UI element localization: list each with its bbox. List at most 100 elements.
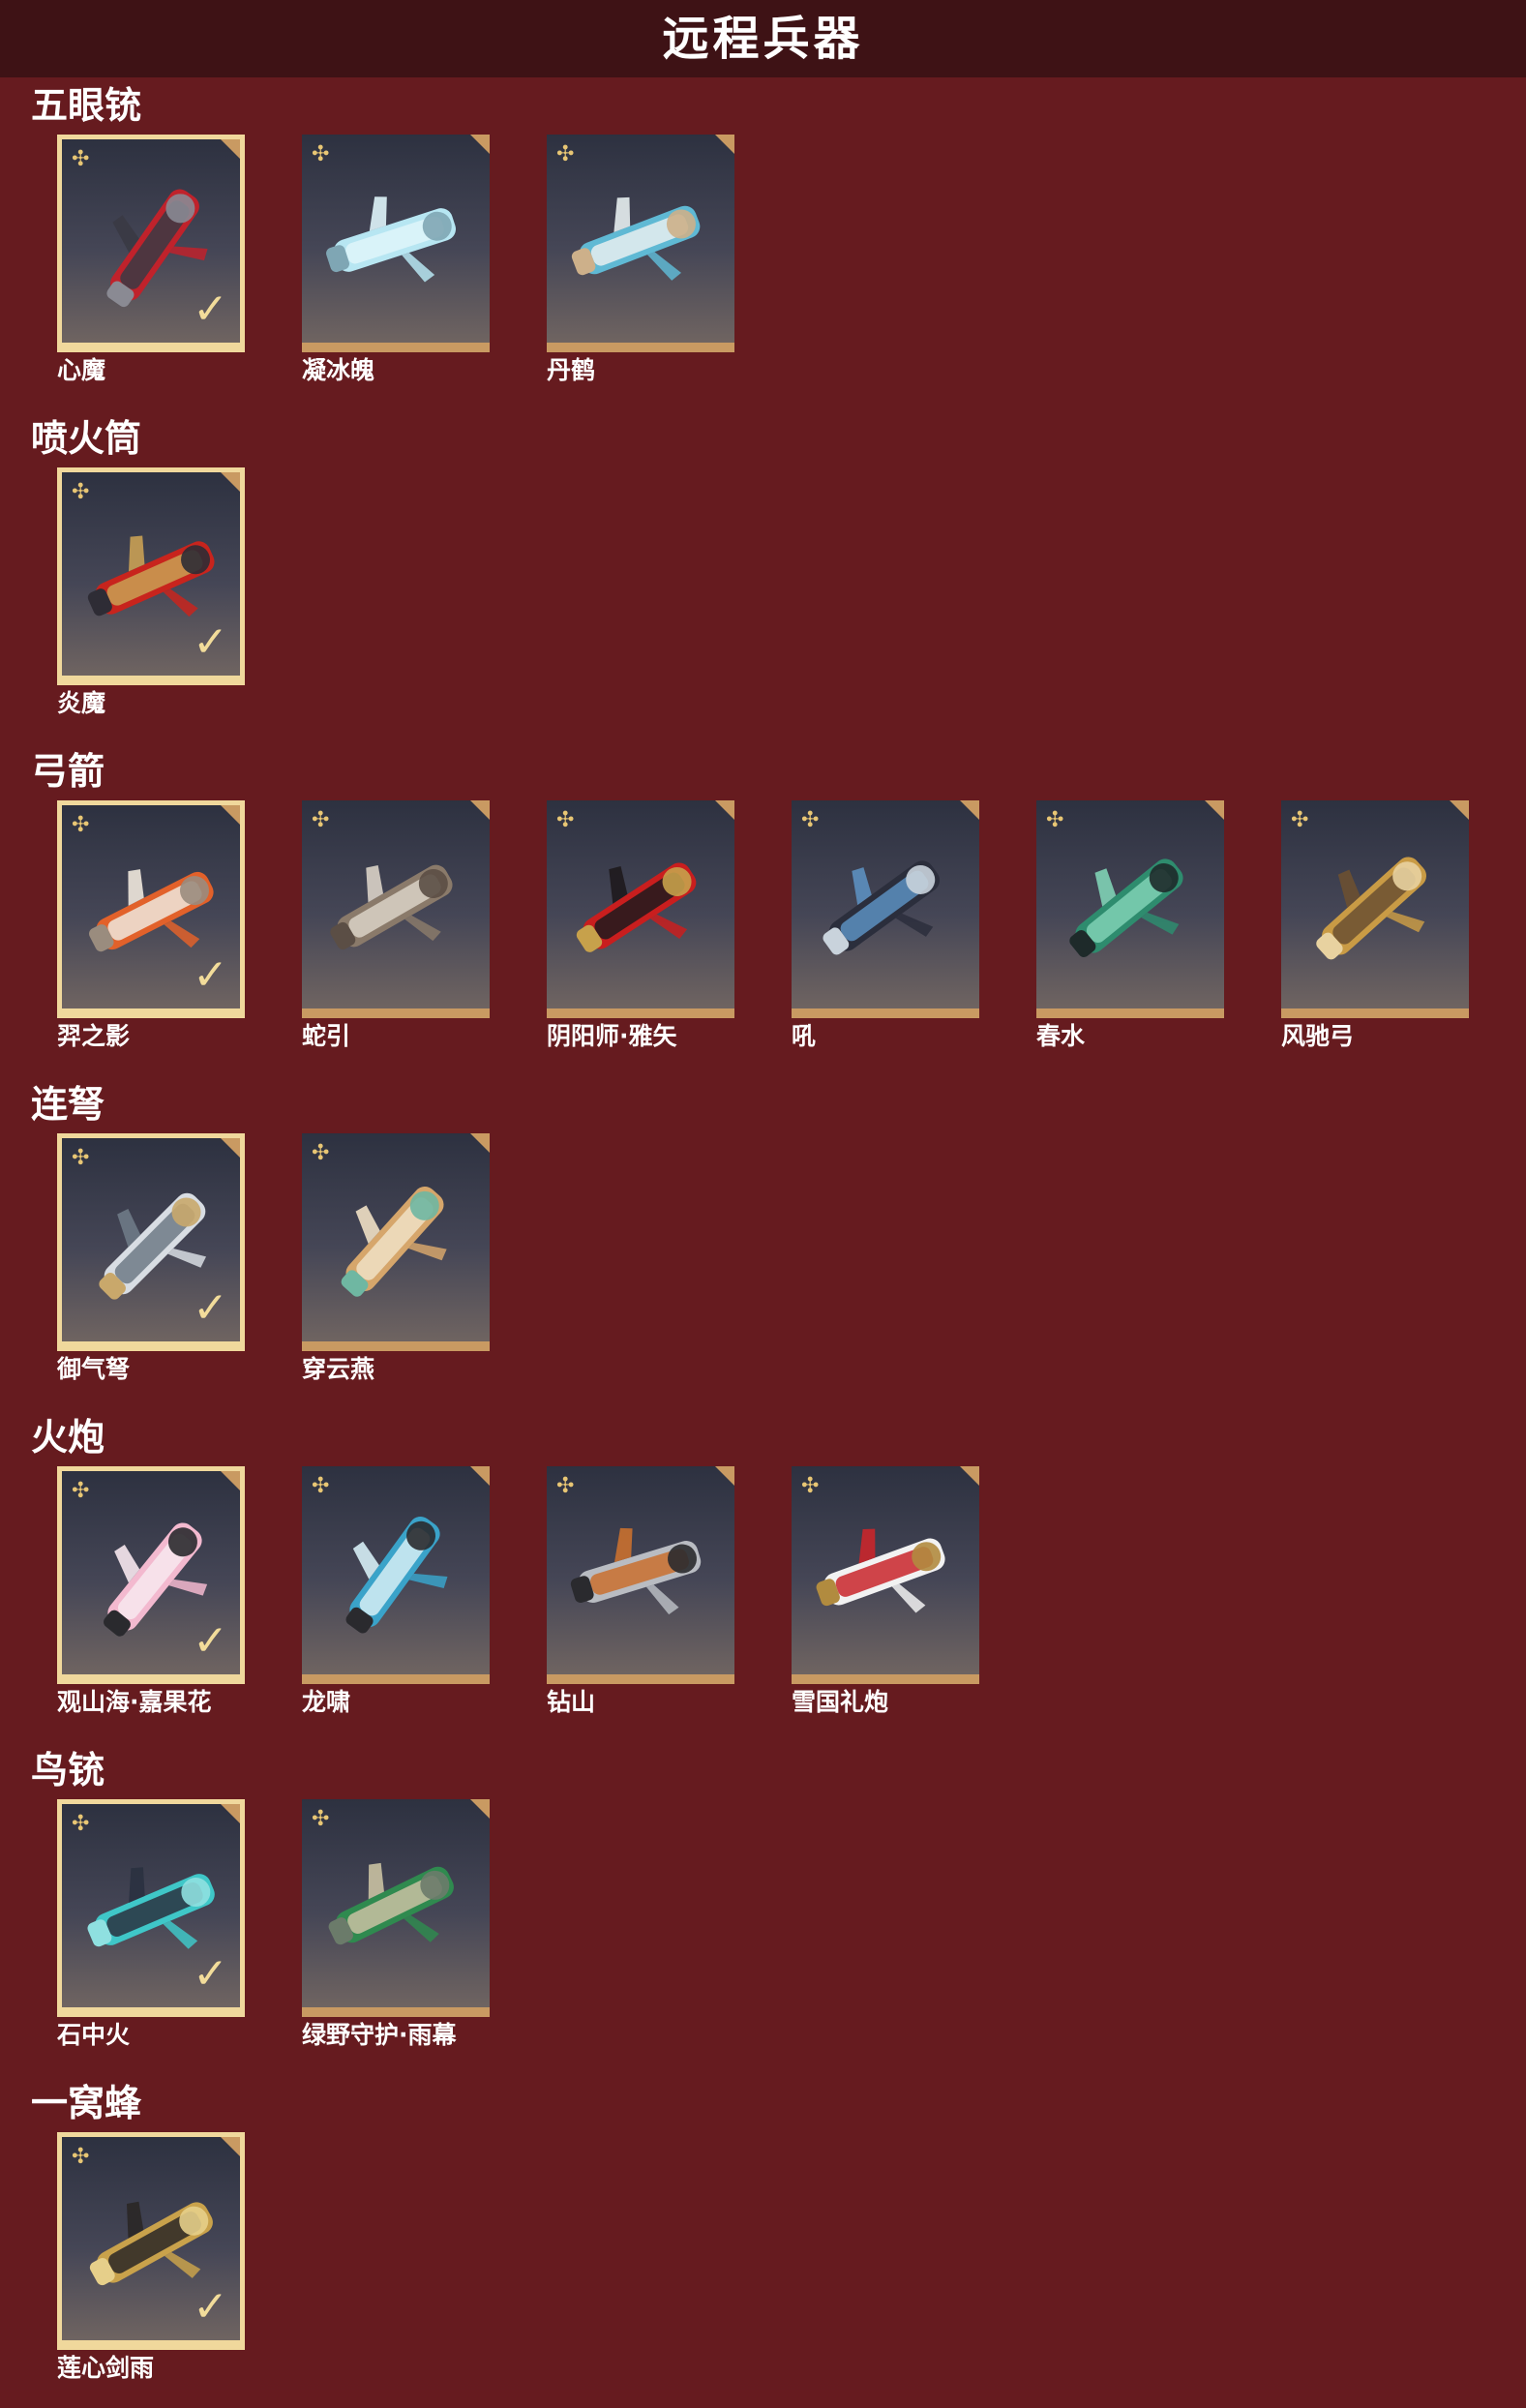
weapon-item[interactable]: ✣ ✓ 观山海·嘉果花 [57,1466,245,1714]
weapon-image [328,1862,454,1945]
weapon-item[interactable]: ✣ 阴阳师·雅矢 [547,800,734,1048]
weapon-item[interactable]: ✣ ✓ 炎魔 [57,467,245,715]
weapon-image [1316,857,1426,960]
corner-tag-icon [715,1466,734,1486]
weapon-name: 钻山 [547,1688,596,1716]
weapon-name: 龙啸 [302,1688,351,1716]
weapon-card[interactable]: ✣ ✓ [57,800,245,1018]
weapon-item[interactable]: ✣ 凝冰魄 [302,135,490,382]
weapon-item[interactable]: ✣ 穿云燕 [302,1133,490,1381]
check-icon: ✓ [193,617,228,667]
corner-tag-icon [1450,800,1469,820]
weapon-name: 御气弩 [57,1355,131,1383]
weapon-image [816,1528,945,1613]
weapon-card[interactable]: ✣ ✓ [57,467,245,685]
corner-tag-icon [221,472,240,492]
weapon-card[interactable]: ✣ [1281,800,1469,1018]
weapon-card[interactable]: ✣ ✓ [57,1466,245,1684]
weapon-item[interactable]: ✣ ✓ 心魔 [57,135,245,382]
weapon-card[interactable]: ✣ [792,1466,979,1684]
weapon-section: 连弩 ✣ ✓ 御气弩 ✣ 穿云燕 [0,1076,1526,1409]
weapon-item[interactable]: ✣ 龙啸 [302,1466,490,1714]
weapon-item[interactable]: ✣ 蛇引 [302,800,490,1048]
section-title: 一窝蜂 [31,2082,142,2124]
weapon-card[interactable]: ✣ ✓ [57,1133,245,1351]
weapon-name: 春水 [1036,1022,1086,1050]
check-icon: ✓ [193,1616,228,1666]
weapon-item[interactable]: ✣ ✓ 羿之影 [57,800,245,1048]
weapon-card[interactable]: ✣ [792,800,979,1018]
weapon-item[interactable]: ✣ 钻山 [547,1466,734,1714]
weapon-section: 鸟铳 ✣ ✓ 石中火 ✣ 绿野守护·雨幕 [0,1742,1526,2075]
section-title: 喷火筒 [31,417,142,460]
section-title: 连弩 [31,1083,105,1126]
corner-tag-icon [960,800,979,820]
weapon-card[interactable]: ✣ [302,800,490,1018]
corner-tag-icon [470,135,490,154]
weapon-item[interactable]: ✣ 春水 [1036,800,1224,1048]
weapon-image [345,1516,448,1634]
weapon-name: 莲心剑雨 [57,2354,155,2382]
weapon-image [570,1527,702,1615]
corner-tag-icon [470,1133,490,1153]
weapon-name: 丹鹤 [547,356,596,384]
corner-tag-icon [470,1466,490,1486]
corner-tag-icon [221,2137,240,2156]
weapon-card[interactable]: ✣ [302,1799,490,2017]
weapon-card[interactable]: ✣ [547,135,734,352]
weapon-card[interactable]: ✣ ✓ [57,1799,245,2017]
weapon-card[interactable]: ✣ ✓ [57,2132,245,2350]
check-icon: ✓ [193,1949,228,1999]
weapon-image [341,1187,447,1297]
weapon-section: 五眼铳 ✣ ✓ 心魔 ✣ 凝冰魄 ✣ 丹鹤 [0,77,1526,410]
check-icon: ✓ [193,950,228,1000]
weapon-image [1069,858,1183,957]
weapon-item[interactable]: ✣ ✓ 石中火 [57,1799,245,2047]
weapon-name: 观山海·嘉果花 [57,1688,212,1716]
weapon-image [326,196,457,283]
weapon-image [571,196,701,281]
weapon-item[interactable]: ✣ 雪国礼炮 [792,1466,979,1714]
weapon-card[interactable]: ✣ [302,1133,490,1351]
weapon-card[interactable]: ✣ [547,800,734,1018]
corner-tag-icon [470,800,490,820]
weapon-name: 吼 [792,1022,817,1050]
check-icon: ✓ [193,2282,228,2332]
weapon-name: 炎魔 [57,689,106,717]
weapon-name: 石中火 [57,2021,131,2049]
weapon-item[interactable]: ✣ 绿野守护·雨幕 [302,1799,490,2047]
section-title: 鸟铳 [31,1749,105,1791]
section-title: 弓箭 [31,750,105,793]
weapon-image [823,860,941,955]
corner-tag-icon [715,800,734,820]
weapon-item[interactable]: ✣ 风驰弓 [1281,800,1469,1048]
weapon-name: 蛇引 [302,1022,351,1050]
page-title: 远程兵器 [662,12,864,66]
weapon-image [330,864,453,950]
weapon-sections: 五眼铳 ✣ ✓ 心魔 ✣ 凝冰魄 ✣ 丹鹤 喷火筒 ✣ ✓ 炎魔 弓箭 ✣ ✓ … [0,77,1526,2408]
corner-tag-icon [1205,800,1224,820]
check-icon: ✓ [193,285,228,334]
weapon-item[interactable]: ✣ 吼 [792,800,979,1048]
corner-tag-icon [470,1799,490,1819]
weapon-image [576,862,697,952]
weapon-card[interactable]: ✣ [302,1466,490,1684]
corner-tag-icon [221,805,240,825]
check-icon: ✓ [193,1283,228,1333]
weapon-name: 绿野守护·雨幕 [302,2021,457,2049]
corner-tag-icon [960,1466,979,1486]
corner-tag-icon [221,1471,240,1490]
weapon-card[interactable]: ✣ ✓ [57,135,245,352]
corner-tag-icon [221,1138,240,1158]
weapon-item[interactable]: ✣ 丹鹤 [547,135,734,382]
weapon-card[interactable]: ✣ [1036,800,1224,1018]
weapon-item[interactable]: ✣ ✓ 莲心剑雨 [57,2132,245,2380]
weapon-name: 穿云燕 [302,1355,375,1383]
weapon-name: 雪国礼炮 [792,1688,889,1716]
corner-tag-icon [221,139,240,159]
weapon-name: 羿之影 [57,1022,131,1050]
weapon-item[interactable]: ✣ ✓ 御气弩 [57,1133,245,1381]
weapon-name: 风驰弓 [1281,1022,1355,1050]
weapon-card[interactable]: ✣ [302,135,490,352]
weapon-card[interactable]: ✣ [547,1466,734,1684]
